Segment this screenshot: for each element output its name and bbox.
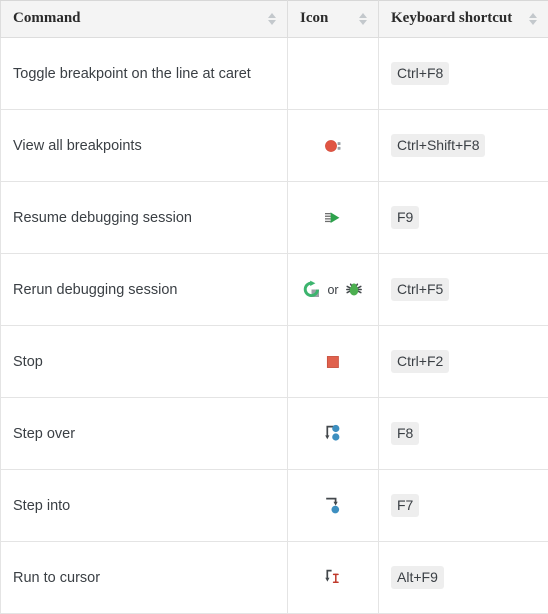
cell-icon [288,326,379,398]
table-row: Step over F8 [1,398,548,470]
shortcut-badge: Alt+F9 [391,566,444,589]
table-header: Command Icon Keyboard shortcut [1,1,548,38]
shortcut-badge: F9 [391,206,419,229]
sort-updown-icon[interactable] [359,12,368,26]
step-over-icon [323,424,343,444]
cell-icon [288,470,379,542]
cell-shortcut: Ctrl+F8 [379,38,548,110]
icon-separator-label: or [327,283,338,297]
table-header-row: Command Icon Keyboard shortcut [1,1,548,38]
cell-command: Rerun debugging session [1,254,288,326]
column-header-command-label: Command [13,10,81,27]
table-row: Toggle breakpoint on the line at caret C… [1,38,548,110]
keyboard-shortcuts-table: Command Icon Keyboard shortcut [0,0,548,614]
column-header-icon[interactable]: Icon [288,1,379,38]
icon-group [288,542,378,613]
cell-icon [288,542,379,614]
cell-command: Stop [1,326,288,398]
shortcut-badge: Ctrl+F8 [391,62,449,85]
breakpoints-view-icon [323,137,343,155]
cell-shortcut: F9 [379,182,548,254]
shortcut-badge: F7 [391,494,419,517]
icon-group [288,182,378,253]
cell-icon [288,182,379,254]
shortcut-badge: F8 [391,422,419,445]
step-into-icon [323,496,343,516]
table-row: Stop Ctrl+F2 [1,326,548,398]
column-header-keyboard-shortcut[interactable]: Keyboard shortcut [379,1,548,38]
cell-icon [288,38,379,110]
cell-shortcut: Ctrl+F2 [379,326,548,398]
icon-group [288,110,378,181]
cell-icon [288,110,379,182]
cell-icon [288,398,379,470]
column-header-keyboard-shortcut-label: Keyboard shortcut [391,10,512,27]
stop-square-icon [323,353,343,371]
cell-shortcut: F8 [379,398,548,470]
debug-bug-icon [344,280,364,299]
rerun-icon [302,280,322,299]
icon-group-empty [288,38,378,109]
cell-shortcut: Alt+F9 [379,542,548,614]
shortcut-badge: Ctrl+F2 [391,350,449,373]
table-row: View all breakpoints Ctrl+Shift+F8 [1,110,548,182]
table-row: Resume debugging session F9 [1,182,548,254]
cell-command: Step into [1,470,288,542]
cell-shortcut: Ctrl+Shift+F8 [379,110,548,182]
table-row: Step into F7 [1,470,548,542]
icon-group [288,470,378,541]
cell-shortcut: F7 [379,470,548,542]
resume-play-icon [323,209,343,227]
shortcut-badge: Ctrl+F5 [391,278,449,301]
cell-command: View all breakpoints [1,110,288,182]
column-header-command[interactable]: Command [1,1,288,38]
cell-shortcut: Ctrl+F5 [379,254,548,326]
shortcut-badge: Ctrl+Shift+F8 [391,134,485,157]
cell-command: Toggle breakpoint on the line at caret [1,38,288,110]
icon-group [288,398,378,469]
table-row: Run to cursor Alt+F9 [1,542,548,614]
table-body: Toggle breakpoint on the line at caret C… [1,38,548,614]
icon-group [288,326,378,397]
column-header-icon-label: Icon [300,10,328,27]
run-to-cursor-icon [323,568,343,588]
cell-command: Step over [1,398,288,470]
cell-icon: or [288,254,379,326]
cell-command: Run to cursor [1,542,288,614]
sort-updown-icon[interactable] [268,12,277,26]
table-row: Rerun debugging session or [1,254,548,326]
icon-group: or [288,254,378,325]
cell-command: Resume debugging session [1,182,288,254]
sort-updown-icon[interactable] [529,12,538,26]
